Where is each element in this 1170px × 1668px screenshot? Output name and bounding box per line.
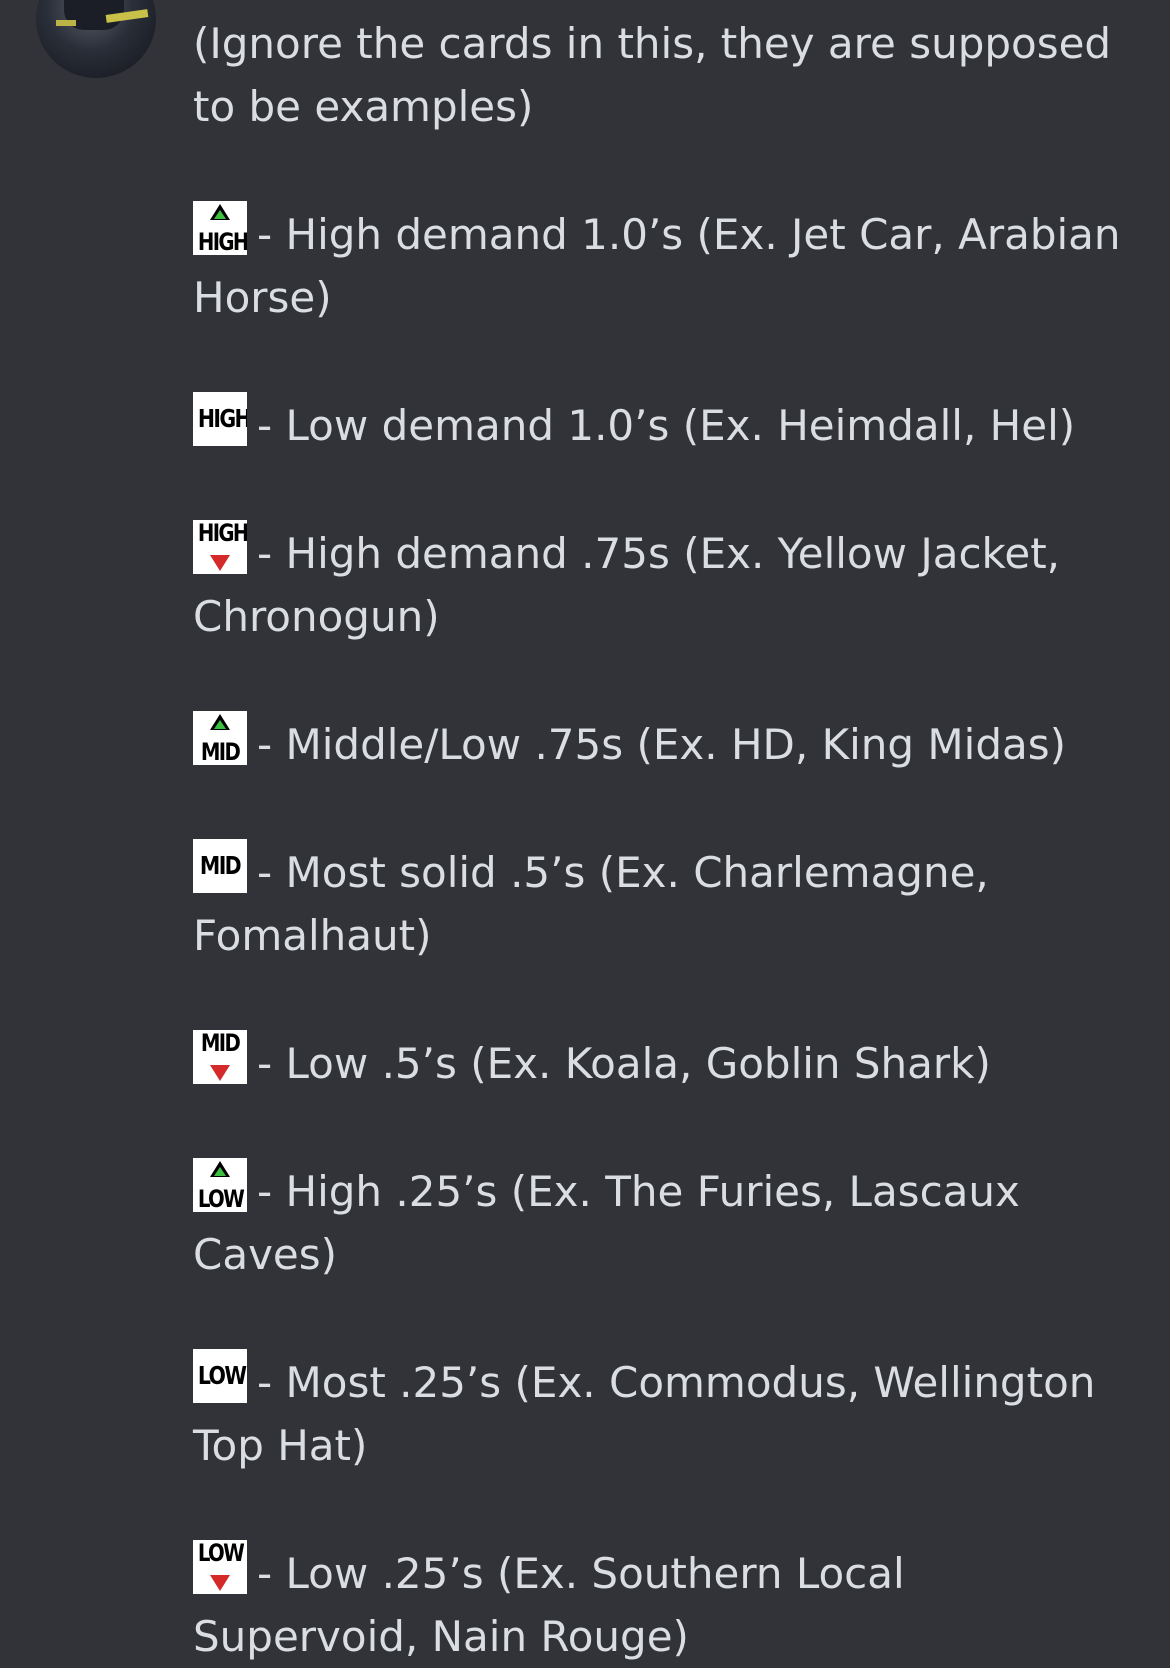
tier-item: HIGH - High demand .75s (Ex. Yellow Jacke…	[193, 520, 1143, 648]
message-content: (Ignore the cards in this, they are supp…	[193, 12, 1143, 1668]
tier-item: LOW - Low .25’s (Ex. Southern Local Super…	[193, 1540, 1143, 1668]
high-up-emoji-icon: HIGH	[193, 201, 247, 255]
tier-wrapper: LOW - High .25’s (Ex. The Furies, Lascaux…	[193, 1158, 1143, 1286]
tier-text: - High .25’s (Ex. The Furies, Lascaux Ca…	[193, 1167, 1020, 1279]
user-avatar[interactable]	[36, 0, 156, 78]
tier-item: HIGH - High demand 1.0’s (Ex. Jet Car, Ar…	[193, 201, 1143, 329]
low-down-emoji-icon: LOW	[193, 1540, 247, 1594]
tier-text: - High demand 1.0’s (Ex. Jet Car, Arabia…	[193, 210, 1121, 322]
tier-text: - High demand .75s (Ex. Yellow Jacket, C…	[193, 529, 1061, 641]
high-emoji-icon: HIGH	[193, 392, 247, 446]
tier-wrapper: HIGH - Low demand 1.0’s (Ex. Heimdall, He…	[193, 392, 1143, 457]
tier-item: MID - Middle/Low .75s (Ex. HD, King Midas…	[193, 711, 1143, 776]
mid-up-emoji-icon: MID	[193, 711, 247, 765]
low-up-emoji-icon: LOW	[193, 1158, 247, 1212]
low-emoji-icon: LOW	[193, 1349, 247, 1403]
tier-item: MID - Most solid .5’s (Ex. Charlemagne, F…	[193, 839, 1143, 967]
message-intro: (Ignore the cards in this, they are supp…	[193, 19, 1112, 131]
tier-text: - Most .25’s (Ex. Commodus, Wellington T…	[193, 1358, 1096, 1470]
avatar-stripe-2	[56, 20, 76, 26]
tier-text: - Most solid .5’s (Ex. Charlemagne, Foma…	[193, 848, 989, 960]
tier-wrapper: LOW - Low .25’s (Ex. Southern Local Super…	[193, 1540, 1143, 1668]
tier-item: HIGH - Low demand 1.0’s (Ex. Heimdall, He…	[193, 392, 1143, 457]
tier-wrapper: MID - Middle/Low .75s (Ex. HD, King Midas…	[193, 711, 1143, 776]
tier-item: LOW - High .25’s (Ex. The Furies, Lascaux…	[193, 1158, 1143, 1286]
tier-item: LOW - Most .25’s (Ex. Commodus, Wellingto…	[193, 1349, 1143, 1477]
tier-wrapper: LOW - Most .25’s (Ex. Commodus, Wellingto…	[193, 1349, 1143, 1477]
tier-text: - Low .25’s (Ex. Southern Local Supervoi…	[193, 1549, 905, 1661]
tier-text: - Low demand 1.0’s (Ex. Heimdall, Hel)	[257, 401, 1076, 450]
tier-text: - Low .5’s (Ex. Koala, Goblin Shark)	[257, 1039, 991, 1088]
high-down-emoji-icon: HIGH	[193, 520, 247, 574]
tier-list: HIGH - High demand 1.0’s (Ex. Jet Car, Ar…	[193, 201, 1143, 329]
tier-wrapper: MID - Low .5’s (Ex. Koala, Goblin Shark)	[193, 1030, 1143, 1095]
mid-down-emoji-icon: MID	[193, 1030, 247, 1084]
tier-wrapper: MID - Most solid .5’s (Ex. Charlemagne, F…	[193, 839, 1143, 967]
tier-item: MID - Low .5’s (Ex. Koala, Goblin Shark)	[193, 1030, 1143, 1095]
mid-emoji-icon: MID	[193, 839, 247, 893]
tier-wrapper: HIGH - High demand .75s (Ex. Yellow Jacke…	[193, 520, 1143, 648]
tier-text: - Middle/Low .75s (Ex. HD, King Midas)	[257, 720, 1066, 769]
